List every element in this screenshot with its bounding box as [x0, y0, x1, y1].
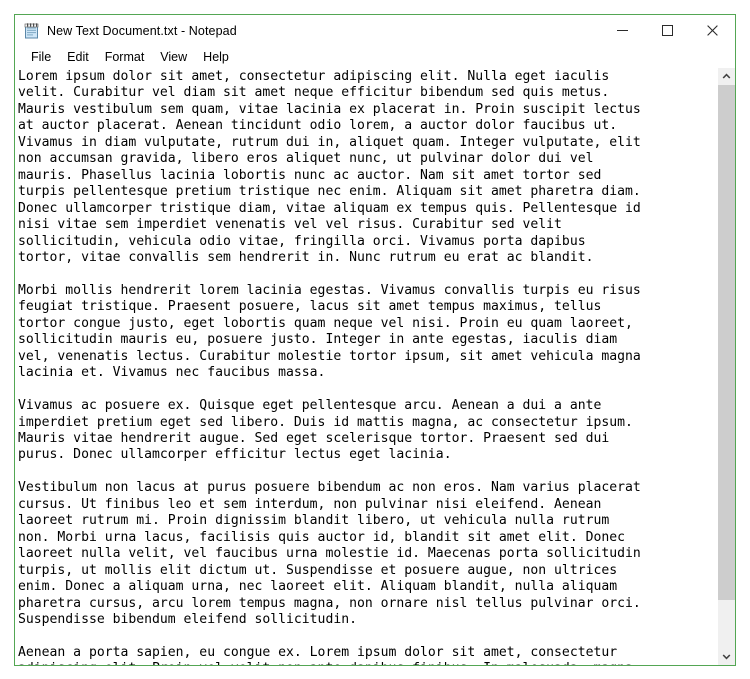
text-editor[interactable]: Lorem ipsum dolor sit amet, consectetur …	[15, 68, 717, 665]
notepad-icon	[24, 22, 40, 39]
scrollbar-thumb[interactable]	[718, 85, 735, 601]
editor-area: Lorem ipsum dolor sit amet, consectetur …	[15, 68, 735, 665]
title-bar[interactable]: New Text Document.txt - Notepad	[15, 15, 735, 46]
window-controls	[600, 15, 735, 46]
desktop-background: New Text Document.txt - Notepad File Edi…	[0, 0, 750, 679]
menu-item-edit[interactable]: Edit	[59, 48, 97, 67]
menu-item-format[interactable]: Format	[97, 48, 153, 67]
close-button[interactable]	[690, 15, 735, 46]
maximize-button[interactable]	[645, 15, 690, 46]
window-title: New Text Document.txt - Notepad	[47, 23, 237, 38]
menu-item-view[interactable]: View	[152, 48, 195, 67]
notepad-window: New Text Document.txt - Notepad File Edi…	[14, 14, 736, 666]
scrollbar-track[interactable]	[718, 85, 735, 648]
vertical-scrollbar[interactable]	[717, 68, 735, 665]
menu-item-file[interactable]: File	[23, 48, 59, 67]
menu-bar: File Edit Format View Help	[15, 46, 735, 68]
menu-item-help[interactable]: Help	[195, 48, 237, 67]
scroll-up-button[interactable]	[718, 68, 735, 85]
minimize-button[interactable]	[600, 15, 645, 46]
document-text[interactable]: Lorem ipsum dolor sit amet, consectetur …	[18, 69, 717, 665]
scroll-down-button[interactable]	[718, 648, 735, 665]
